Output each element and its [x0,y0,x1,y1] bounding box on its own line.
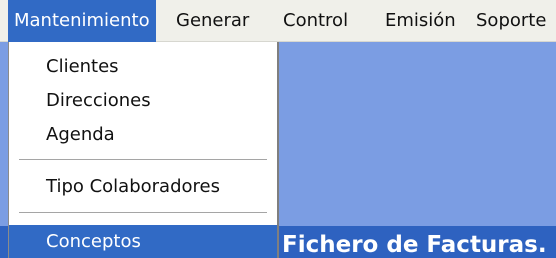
menu-item-clientes[interactable]: Clientes [9,53,277,81]
menu-control[interactable]: Control [283,0,348,42]
menu-item-tipo-colaboradores[interactable]: Tipo Colaboradores [9,173,277,201]
menu-separator [19,159,267,160]
menu-item-agenda[interactable]: Agenda [9,121,277,149]
mantenimiento-dropdown: Clientes Direcciones Agenda Tipo Colabor… [8,42,279,258]
menu-separator [19,212,267,213]
menu-item-conceptos[interactable]: Conceptos [9,225,277,258]
application-screen: Mantenimiento Generar Control Emisión So… [0,0,556,258]
menu-item-direcciones[interactable]: Direcciones [9,87,277,115]
menu-mantenimiento[interactable]: Mantenimiento [8,0,156,42]
menu-emision[interactable]: Emisión [385,0,456,42]
menu-bar: Mantenimiento Generar Control Emisión So… [0,0,556,42]
window-title: Fichero de Facturas. D [282,232,556,258]
menu-soporte[interactable]: Soporte [476,0,546,42]
menu-generar[interactable]: Generar [170,0,255,42]
